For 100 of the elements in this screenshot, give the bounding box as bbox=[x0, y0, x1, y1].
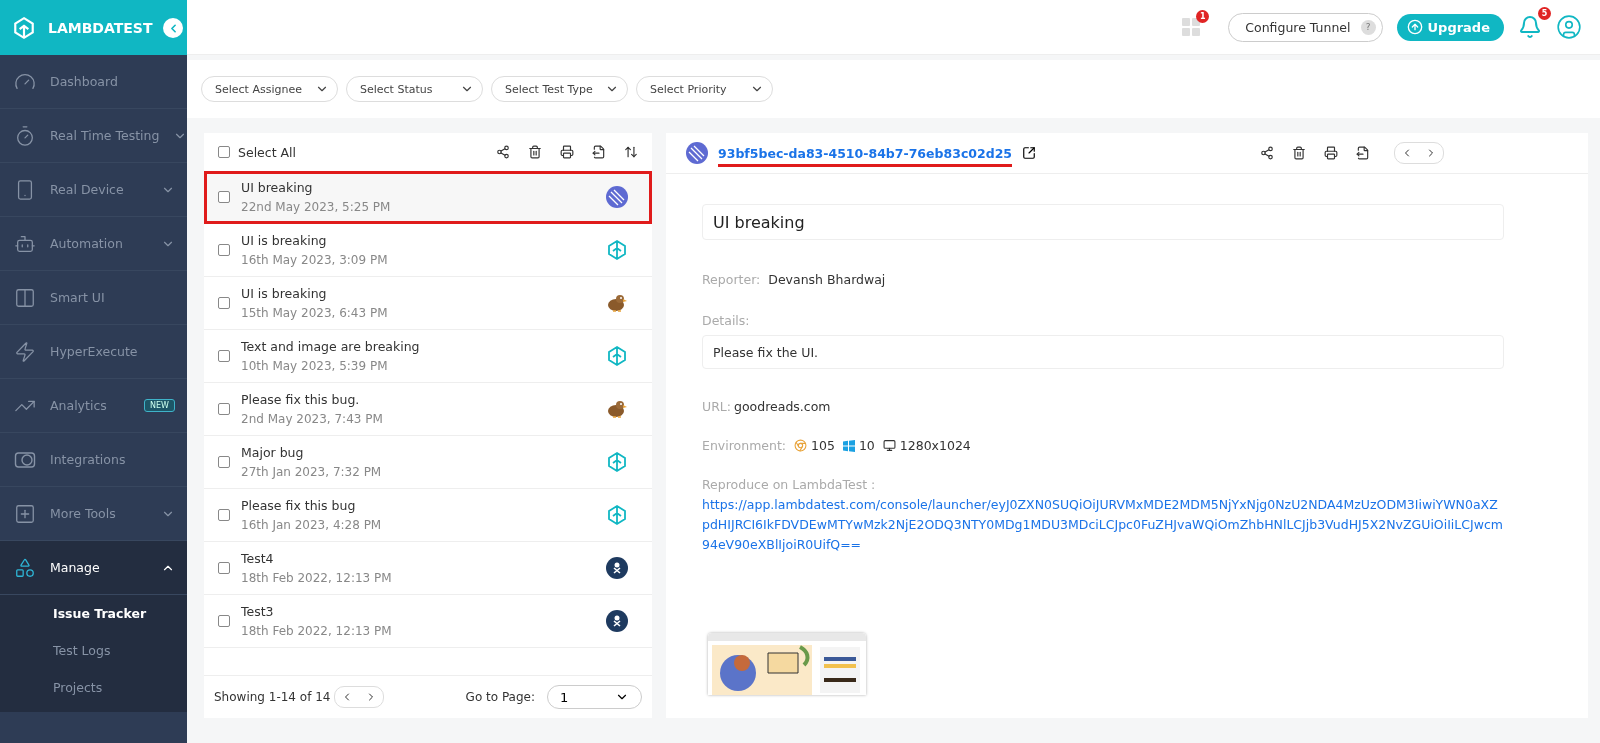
checkbox[interactable] bbox=[218, 191, 230, 203]
sidebar-item[interactable]: Smart UI bbox=[0, 271, 187, 325]
issue-title: Major bug bbox=[241, 445, 305, 460]
issue-date: 18th Feb 2022, 12:13 PM bbox=[241, 624, 393, 638]
cube-logo-icon bbox=[606, 239, 628, 261]
issue-id-link[interactable]: 93bf5bec-da83-4510-84b7-76eb83c02d25 bbox=[718, 145, 1013, 167]
bird-icon bbox=[606, 398, 628, 420]
sidebar-subitem[interactable]: Test Logs bbox=[0, 632, 187, 669]
sidebar-subitem[interactable]: Projects bbox=[0, 669, 187, 706]
shapes-icon bbox=[14, 556, 36, 579]
reproduce-link[interactable]: https://app.lambdatest.com/console/launcher/eyJ0ZXN0SUQiOiJURVMxMDE2MDM5NjYxNjg0NzU2NDA4MzUzODM3IiwiYWN0aXZpdHIJRCI6IkFDVDEwMTYwMzk2NjE2ODQ3NTY0MDg1MDU3MDciLCJpc0FuZHJvaWQiOmZhbHNlLCJjb3VudHJ5X2NvZGUiOiIiLCJwcm94eV90eXBlIjoiR0UifQ== bbox=[702, 495, 1504, 555]
monitor-icon bbox=[882, 439, 896, 452]
apps-grid-icon[interactable] bbox=[1182, 18, 1201, 36]
open-external-icon[interactable] bbox=[1022, 146, 1037, 160]
delete-icon[interactable] bbox=[528, 145, 542, 159]
filter-dropdown[interactable]: Select Test Type bbox=[491, 76, 628, 102]
windows-icon bbox=[842, 439, 855, 452]
sort-icon[interactable] bbox=[624, 145, 638, 159]
timer-icon bbox=[14, 124, 36, 147]
checkbox[interactable] bbox=[218, 456, 230, 468]
issue-date: 16th Jan 2023, 4:28 PM bbox=[241, 518, 383, 532]
plus-square-icon bbox=[14, 502, 36, 525]
url-label: URL: bbox=[702, 399, 731, 414]
resolution: 1280x1024 bbox=[899, 438, 971, 453]
issue-date: 22nd May 2023, 5:25 PM bbox=[241, 200, 392, 214]
browser-version: 105 bbox=[811, 438, 835, 453]
issue-date: 2nd May 2023, 7:43 PM bbox=[241, 412, 384, 426]
issue-date: 10th May 2023, 5:39 PM bbox=[241, 359, 389, 373]
lightning-icon bbox=[14, 340, 36, 363]
collapse-sidebar-button[interactable] bbox=[163, 18, 183, 38]
issue-title: Please fix this bug bbox=[241, 498, 357, 513]
cube-logo-icon bbox=[606, 345, 628, 367]
user-avatar-icon[interactable] bbox=[1556, 14, 1582, 40]
configure-tunnel-button[interactable]: Configure Tunnel ? bbox=[1228, 12, 1383, 42]
print-icon[interactable] bbox=[1324, 146, 1338, 160]
sidebar-item[interactable]: Real Device bbox=[0, 163, 187, 217]
issue-title: Test4 bbox=[241, 551, 275, 566]
details-field[interactable]: Please fix the UI. bbox=[702, 335, 1504, 369]
apps-badge: 1 bbox=[1196, 10, 1210, 23]
notification-badge: 5 bbox=[1538, 7, 1551, 20]
reporter-label: Reporter: bbox=[702, 272, 761, 287]
issue-date: 27th Jan 2023, 7:32 PM bbox=[241, 465, 383, 479]
checkbox[interactable] bbox=[218, 403, 230, 415]
issue-title-field[interactable]: UI breaking bbox=[702, 204, 1504, 240]
os-version: 10 bbox=[858, 438, 875, 453]
arrow-up-circle-icon bbox=[1406, 19, 1423, 35]
stripes-logo-icon bbox=[686, 142, 708, 164]
delete-icon[interactable] bbox=[1292, 146, 1306, 160]
brand-logo-icon bbox=[12, 15, 36, 40]
issue-title: UI is breaking bbox=[241, 233, 328, 248]
issue-title: Please fix this bug. bbox=[241, 392, 361, 407]
go-to-page-label: Go to Page: bbox=[465, 690, 535, 704]
cube-logo-icon bbox=[606, 451, 628, 473]
details-label: Details: bbox=[702, 313, 750, 328]
share-icon[interactable] bbox=[496, 145, 510, 159]
checkbox[interactable] bbox=[218, 297, 230, 309]
print-icon[interactable] bbox=[560, 145, 574, 159]
issue-title: Text and image are breaking bbox=[241, 339, 421, 354]
reproduce-label: Reproduce on LambdaTest : bbox=[702, 477, 876, 492]
split-screen-icon bbox=[14, 286, 36, 309]
sidebar-item[interactable]: Analytics NEW bbox=[0, 379, 187, 433]
share-icon[interactable] bbox=[1260, 146, 1274, 160]
new-badge: NEW bbox=[144, 399, 175, 412]
issue-title: UI breaking bbox=[241, 180, 314, 195]
cube-logo-icon bbox=[606, 504, 628, 526]
export-icon[interactable] bbox=[1356, 146, 1370, 160]
issue-date: 16th May 2023, 3:09 PM bbox=[241, 253, 389, 267]
stripes-logo-icon bbox=[606, 186, 628, 208]
browser-icon bbox=[794, 439, 808, 452]
checkbox[interactable] bbox=[218, 146, 230, 158]
checkbox[interactable] bbox=[218, 562, 230, 574]
sidebar-item[interactable]: Automation bbox=[0, 217, 187, 271]
issue-date: 15th May 2023, 6:43 PM bbox=[241, 306, 389, 320]
url-value: goodreads.com bbox=[734, 399, 831, 414]
select-all-label: Select All bbox=[238, 144, 297, 160]
sidebar-item[interactable]: Manage bbox=[0, 541, 187, 595]
brand-name: LAMBDATEST bbox=[48, 19, 153, 36]
issue-title: Test3 bbox=[241, 604, 275, 619]
sidebar-item[interactable]: HyperExecute bbox=[0, 325, 187, 379]
issue-row[interactable]: UI breaking 22nd May 2023, 5:25 PM bbox=[204, 171, 652, 224]
filter-dropdown[interactable]: Select Assignee bbox=[201, 76, 338, 102]
environment-label: Environment: bbox=[702, 438, 787, 453]
checkbox[interactable] bbox=[218, 615, 230, 627]
export-icon[interactable] bbox=[592, 145, 606, 159]
checkbox[interactable] bbox=[218, 509, 230, 521]
sidebar-item[interactable]: Integrations bbox=[0, 433, 187, 487]
sidebar-subitem[interactable]: Issue Tracker bbox=[0, 595, 187, 632]
bell-icon[interactable] bbox=[1518, 15, 1542, 39]
filter-dropdown[interactable]: Select Status bbox=[346, 76, 483, 102]
sidebar-item[interactable]: Real Time Testing bbox=[0, 109, 187, 163]
issue-date: 18th Feb 2022, 12:13 PM bbox=[241, 571, 393, 585]
help-icon[interactable]: ? bbox=[1360, 19, 1376, 35]
issue-title: UI is breaking bbox=[241, 286, 328, 301]
filter-dropdown[interactable]: Select Priority bbox=[636, 76, 773, 102]
reporter-name: Devansh Bhardwaj bbox=[768, 272, 886, 287]
checkbox[interactable] bbox=[218, 244, 230, 256]
bird-icon bbox=[606, 292, 628, 314]
checkbox[interactable] bbox=[218, 350, 230, 362]
page-select[interactable]: 1 bbox=[547, 685, 642, 709]
showing-count: Showing 1-14 of 14 bbox=[214, 690, 331, 704]
